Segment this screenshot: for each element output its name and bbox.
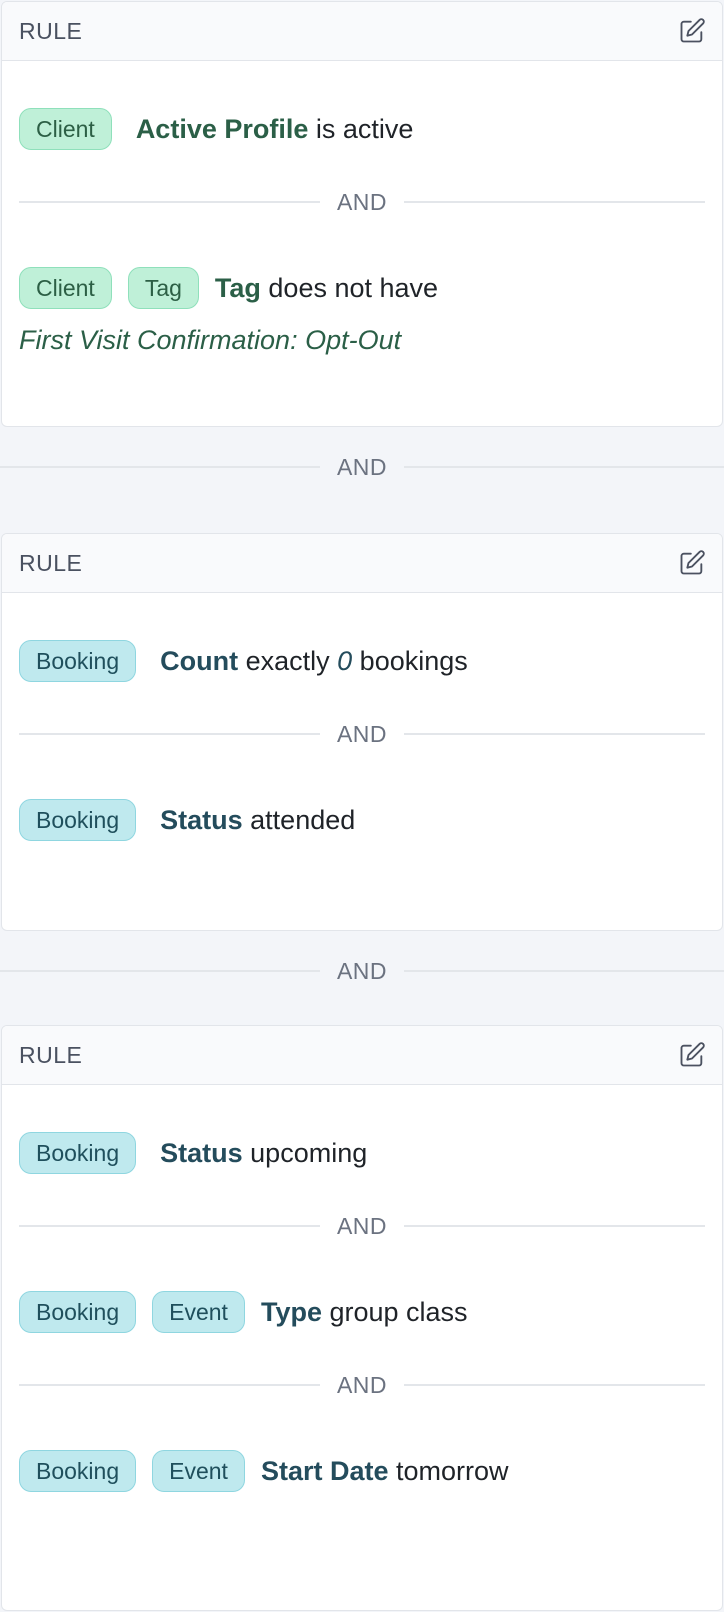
- condition-field: Status: [160, 805, 243, 835]
- condition-field: Start Date: [260, 1456, 389, 1486]
- condition-operator: tomorrow: [388, 1456, 509, 1486]
- edit-icon: [680, 18, 705, 43]
- rule-header: RULE: [2, 1026, 722, 1085]
- rule-and-separator: AND: [0, 442, 724, 492]
- condition-field: Status: [160, 1138, 243, 1168]
- condition-operator: is active: [308, 114, 414, 144]
- condition-field: Tag: [214, 273, 261, 303]
- booking-badge: Booking: [19, 1291, 137, 1333]
- edit-icon: [680, 1042, 705, 1067]
- condition-operator: upcoming: [242, 1138, 368, 1168]
- rule-and-separator: AND: [0, 946, 724, 996]
- event-badge: Event: [152, 1450, 245, 1492]
- condition-row: Client Active Profile is active: [19, 103, 705, 155]
- rule-title: RULE: [19, 549, 83, 576]
- rule-card-3: RULE Booking Status upcoming AND Booking…: [1, 1025, 723, 1611]
- condition-row: Booking Status attended: [19, 794, 705, 846]
- booking-badge: Booking: [19, 1450, 137, 1492]
- condition-operator: exactly: [238, 646, 338, 676]
- and-separator: AND: [19, 1201, 705, 1251]
- edit-rule-button[interactable]: [677, 16, 707, 46]
- and-separator: AND: [19, 1360, 705, 1410]
- edit-icon: [680, 550, 705, 575]
- condition-operator: does not have: [260, 273, 446, 303]
- edit-rule-button[interactable]: [677, 548, 707, 578]
- rules-page: RULE Client Active Profile is active AND: [0, 0, 724, 1612]
- edit-rule-button[interactable]: [677, 1040, 707, 1070]
- condition-operator: group class: [321, 1297, 468, 1327]
- and-separator: AND: [19, 177, 705, 227]
- condition-row: Booking Status upcoming: [19, 1127, 705, 1179]
- rule-title: RULE: [19, 1041, 83, 1068]
- condition-operator: attended: [242, 805, 356, 835]
- condition-row: Booking Count exactly 0 bookings: [19, 635, 705, 687]
- and-separator: AND: [19, 709, 705, 759]
- condition-field: Count: [160, 646, 239, 676]
- rule-header: RULE: [2, 534, 722, 593]
- event-badge: Event: [152, 1291, 245, 1333]
- client-badge: Client: [19, 108, 112, 150]
- condition-row: Booking Event Type group class: [19, 1286, 705, 1338]
- booking-badge: Booking: [19, 640, 137, 682]
- booking-badge: Booking: [19, 1132, 137, 1174]
- condition-value: 0: [337, 646, 353, 676]
- rule-body: Client Active Profile is active AND Clie…: [2, 61, 722, 366]
- rule-body: Booking Status upcoming AND Booking Even…: [2, 1085, 722, 1497]
- tag-badge: Tag: [127, 267, 199, 309]
- condition-row: Client Tag Tag does not have First Visit…: [19, 262, 705, 366]
- booking-badge: Booking: [19, 799, 137, 841]
- condition-value: First Visit Confirmation: Opt-Out: [19, 325, 402, 355]
- client-badge: Client: [19, 267, 112, 309]
- condition-suffix: bookings: [352, 646, 468, 676]
- rule-header: RULE: [2, 2, 722, 61]
- rule-title: RULE: [19, 17, 83, 44]
- rule-card-2: RULE Booking Count exactly 0 bookings AN…: [1, 533, 723, 931]
- condition-row: Booking Event Start Date tomorrow: [19, 1445, 705, 1497]
- condition-field: Active Profile: [135, 114, 309, 144]
- condition-field: Type: [260, 1297, 322, 1327]
- rule-card-1: RULE Client Active Profile is active AND: [1, 1, 723, 427]
- rule-body: Booking Count exactly 0 bookings AND Boo…: [2, 593, 722, 846]
